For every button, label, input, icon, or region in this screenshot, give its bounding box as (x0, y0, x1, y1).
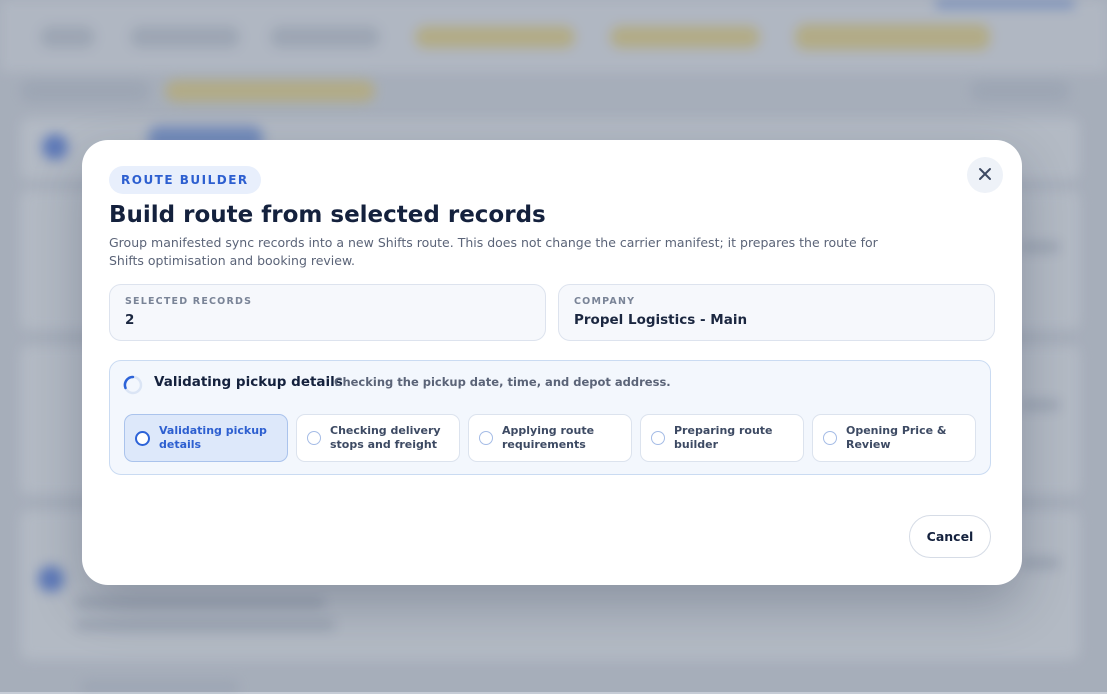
step-pending-radio-icon (651, 431, 665, 445)
step-opening-price-review: Opening Price & Review (812, 414, 976, 462)
step-pending-radio-icon (479, 431, 493, 445)
progress-subtitle: Checking the pickup date, time, and depo… (334, 375, 671, 389)
progress-title: Validating pickup details (154, 374, 343, 390)
step-pending-radio-icon (307, 431, 321, 445)
close-icon (978, 167, 992, 184)
company-box: COMPANY Propel Logistics - Main (558, 284, 995, 341)
selected-records-box: SELECTED RECORDS 2 (109, 284, 546, 341)
cancel-button[interactable]: Cancel (909, 515, 991, 558)
company-value: Propel Logistics - Main (574, 312, 748, 328)
selected-records-value: 2 (125, 312, 135, 328)
dialog-title: Build route from selected records (109, 202, 546, 228)
progress-panel: Validating pickup details Checking the p… (109, 360, 991, 475)
loading-spinner-icon (123, 375, 143, 395)
dialog-description: Group manifested sync records into a new… (109, 235, 878, 268)
route-builder-tag: ROUTE BUILDER (109, 166, 261, 194)
step-validating-pickup: Validating pickup details (124, 414, 288, 462)
selected-records-label: SELECTED RECORDS (125, 296, 253, 307)
step-label: Preparing route builder (674, 424, 773, 451)
company-label: COMPANY (574, 296, 636, 307)
step-label: Applying route requirements (502, 424, 595, 451)
route-builder-dialog: ROUTE BUILDER Build route from selected … (82, 140, 1022, 585)
step-label: Opening Price & Review (846, 424, 947, 451)
step-preparing-builder: Preparing route builder (640, 414, 804, 462)
close-button[interactable] (967, 157, 1003, 193)
step-checking-delivery: Checking delivery stops and freight (296, 414, 460, 462)
step-applying-requirements: Applying route requirements (468, 414, 632, 462)
step-label: Checking delivery stops and freight (330, 424, 441, 451)
step-pending-radio-icon (823, 431, 837, 445)
step-active-radio-icon (135, 430, 150, 446)
step-label: Validating pickup details (159, 424, 267, 451)
